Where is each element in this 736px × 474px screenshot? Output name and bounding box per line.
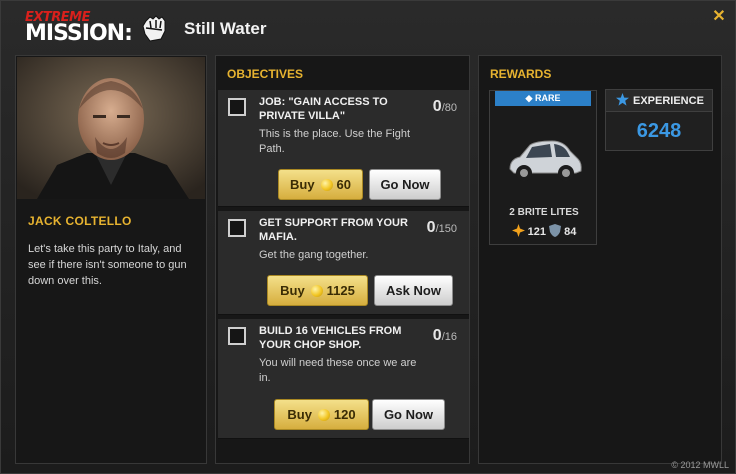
loot-card: ◆ RARE 2 BRITE LITES 121 84 bbox=[489, 90, 597, 245]
objective-progress: 0/16 bbox=[432, 327, 457, 344]
gold-coin-icon bbox=[317, 408, 330, 421]
brand-bottom: MISSION: bbox=[25, 21, 133, 46]
go-now-button[interactable]: Go Now bbox=[369, 169, 441, 200]
objective-description: You will need these once we are in. bbox=[259, 357, 417, 384]
objective-checkbox[interactable] bbox=[228, 98, 246, 116]
mission-dialog: EXTREME MISSION: Still Water ✕ JACK COLT… bbox=[0, 0, 736, 474]
rewards-panel: REWARDS ◆ RARE 2 BRITE LITES 121 84 EXPE… bbox=[478, 55, 722, 464]
gold-coin-icon bbox=[320, 178, 333, 191]
objective-item: JOB: "GAIN ACCESS TO PRIVATE VILLA" 0/80… bbox=[218, 90, 469, 207]
copyright: © 2012 MWLL bbox=[671, 460, 729, 470]
buy-button[interactable]: Buy 1125 bbox=[267, 275, 368, 306]
close-icon[interactable]: ✕ bbox=[711, 9, 727, 25]
objective-title: BUILD 16 VEHICLES FROM YOUR CHOP SHOP. bbox=[259, 325, 402, 351]
character-description: Let's take this party to Italy, and see … bbox=[28, 243, 187, 287]
rarity-badge: ◆ RARE bbox=[495, 91, 591, 106]
objective-title: JOB: "GAIN ACCESS TO PRIVATE VILLA" bbox=[259, 96, 388, 122]
objective-checkbox[interactable] bbox=[228, 219, 246, 237]
car-icon bbox=[509, 140, 582, 181]
objective-item: BUILD 16 VEHICLES FROM YOUR CHOP SHOP. 0… bbox=[218, 319, 469, 439]
experience-box: EXPERIENCE 6248 bbox=[605, 89, 713, 151]
gold-coin-icon bbox=[310, 284, 323, 297]
objectives-title: OBJECTIVES bbox=[227, 67, 304, 81]
objective-item: GET SUPPORT FROM YOUR MAFIA. 0/150 Get t… bbox=[218, 211, 469, 315]
experience-value: 6248 bbox=[636, 120, 682, 142]
attack-icon bbox=[511, 224, 525, 237]
objective-progress: 0/80 bbox=[432, 98, 457, 115]
objectives-panel: OBJECTIVES JOB: "GAIN ACCESS TO PRIVATE … bbox=[215, 55, 470, 464]
objective-checkbox[interactable] bbox=[228, 327, 246, 345]
objective-title: GET SUPPORT FROM YOUR MAFIA. bbox=[259, 217, 408, 243]
objective-progress: 0/150 bbox=[426, 219, 457, 236]
experience-header: EXPERIENCE bbox=[606, 90, 712, 112]
loot-name: 2 BRITE LITES bbox=[509, 207, 579, 218]
rewards-title: REWARDS bbox=[490, 67, 552, 81]
star-icon bbox=[616, 93, 629, 106]
loot-stats: 121 84 bbox=[490, 224, 598, 238]
character-name: JACK COLTELLO bbox=[28, 214, 132, 228]
ask-now-button[interactable]: Ask Now bbox=[374, 275, 453, 306]
buy-button[interactable]: Buy 120 bbox=[274, 399, 369, 430]
objective-description: Get the gang together. bbox=[259, 249, 369, 261]
character-panel: JACK COLTELLO Let's take this party to I… bbox=[15, 55, 207, 464]
character-portrait bbox=[17, 57, 205, 199]
go-now-button[interactable]: Go Now bbox=[372, 399, 445, 430]
defense-icon bbox=[549, 224, 562, 237]
buy-button[interactable]: Buy 60 bbox=[278, 169, 363, 200]
mission-title: Still Water bbox=[184, 19, 267, 38]
objective-description: This is the place. Use the Fight Path. bbox=[259, 128, 411, 155]
extreme-mission-logo: EXTREME MISSION: bbox=[25, 11, 133, 46]
fist-icon bbox=[142, 15, 166, 42]
